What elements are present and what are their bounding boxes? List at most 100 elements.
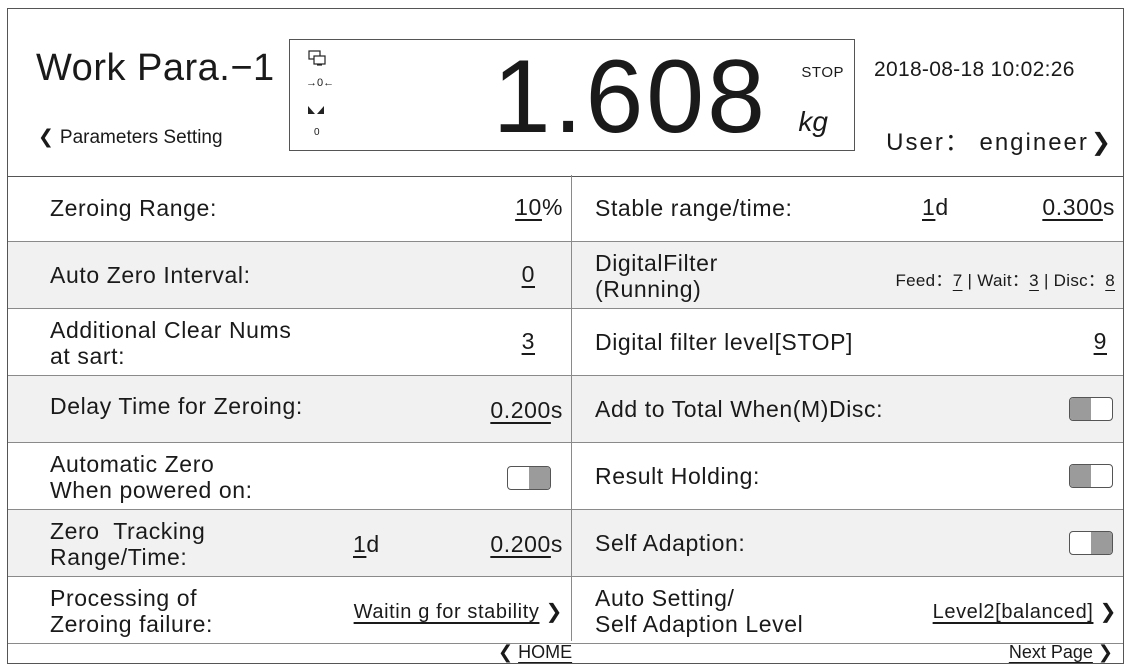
work-params-screen: Work Para.−1 ❮ Parameters Setting →0← 0 1… xyxy=(7,8,1124,664)
filter-level-cell: Digital filter level[STOP] 9 xyxy=(572,309,1125,375)
result-holding-label: Result Holding: xyxy=(595,463,760,489)
zero-tracking-range-suffix: d xyxy=(366,531,380,557)
feed-value: 7 xyxy=(952,271,963,290)
table-row: Zero Tracking Range/Time: 1d 0.200s Self … xyxy=(8,510,1123,577)
zeroing-range-value[interactable]: 10% xyxy=(515,194,563,221)
table-row: Delay Time for Zeroing: 0.200s Add to To… xyxy=(8,376,1123,443)
next-page-link[interactable]: Next Page ❯ xyxy=(1009,642,1113,663)
auto-setting-value[interactable]: Level2[balanced] ❯ xyxy=(933,599,1117,624)
back-to-parameters-link[interactable]: ❮ Parameters Setting xyxy=(38,126,223,149)
digital-filter-label-line2: (Running) xyxy=(595,276,702,302)
auto-setting-label-line1: Auto Setting/ xyxy=(595,585,735,611)
zeroing-range-cell: Zeroing Range: 10% xyxy=(8,175,571,241)
stable-range-number: 1 xyxy=(922,194,936,220)
toggle-knob xyxy=(1070,398,1091,420)
home-link[interactable]: ❮ HOME xyxy=(498,642,572,663)
back-link-label: Parameters Setting xyxy=(59,127,223,148)
add-to-total-label: Add to Total When(M)Disc: xyxy=(595,396,884,422)
stable-range-label: Stable range/time: xyxy=(595,195,793,221)
stable-icon xyxy=(308,106,324,114)
zero-tracking-label: Zero Tracking Range/Time: xyxy=(50,518,205,570)
table-row: Processing of Zeroing failure: Waitin g f… xyxy=(8,577,1123,644)
digital-filter-cell: DigitalFilter (Running) Feed：7 | Wait：3 |… xyxy=(572,242,1125,308)
stable-time-value[interactable]: 0.300s xyxy=(1042,194,1115,221)
status-icons: →0← 0 xyxy=(306,48,346,144)
chevron-left-icon: ❮ xyxy=(498,642,514,662)
stable-time-suffix: s xyxy=(1102,194,1115,220)
datetime: 2018-08-18 10:02:26 xyxy=(874,58,1075,81)
monitor-icon xyxy=(308,50,326,66)
toggle-knob xyxy=(1091,532,1112,554)
chevron-right-icon: ❯ xyxy=(545,601,563,623)
filter-level-label: Digital filter level[STOP] xyxy=(595,329,854,355)
additional-clear-label: Additional Clear Nums at sart: xyxy=(50,317,291,369)
zero-tracking-cell: Zero Tracking Range/Time: 1d 0.200s xyxy=(8,510,571,576)
processing-failure-text: Waitin g for stability xyxy=(353,601,540,623)
user-label: User： engineer xyxy=(886,129,1089,156)
zeroing-range-suffix: % xyxy=(541,194,563,220)
parameter-grid: Zeroing Range: 10% Stable range/time: 1d… xyxy=(8,175,1123,644)
center-zero-icon: →0← xyxy=(306,77,335,89)
auto-setting-text: Level2[balanced] xyxy=(932,601,1094,623)
zeroing-range-number: 10 xyxy=(515,194,542,220)
result-holding-toggle[interactable] xyxy=(1069,464,1113,488)
self-adaption-toggle[interactable] xyxy=(1069,531,1113,555)
weight-value: 1.608 xyxy=(492,39,768,155)
auto-zero-interval-cell: Auto Zero Interval: 0 xyxy=(8,242,571,308)
filter-level-value[interactable]: 9 xyxy=(1094,328,1107,355)
auto-setting-cell: Auto Setting/Self Adaption Level Level2[… xyxy=(572,577,1125,643)
toggle-knob xyxy=(1070,465,1091,487)
self-adaption-cell: Self Adaption: xyxy=(572,510,1125,576)
zeroing-range-label: Zeroing Range: xyxy=(50,195,217,221)
zero-tracking-range-value[interactable]: 1d xyxy=(353,531,380,558)
chevron-left-icon: ❮ xyxy=(38,127,54,148)
table-row: Additional Clear Nums at sart: 3 Digital … xyxy=(8,309,1123,376)
stable-time-number: 0.300 xyxy=(1042,194,1103,220)
additional-clear-value[interactable]: 3 xyxy=(522,328,535,355)
table-row: Automatic Zero When powered on: Result Ho… xyxy=(8,443,1123,510)
digital-filter-label: DigitalFilter (Running) xyxy=(595,250,718,302)
processing-failure-label-line2: Zeroing failure: xyxy=(50,611,214,637)
auto-zero-interval-value[interactable]: 0 xyxy=(522,261,535,288)
wait-value: 3 xyxy=(1029,271,1039,290)
result-holding-cell: Result Holding: xyxy=(572,443,1125,509)
chevron-right-icon: ❯ xyxy=(1097,642,1113,662)
processing-failure-value[interactable]: Waitin g for stability ❯ xyxy=(354,599,563,624)
add-to-total-toggle[interactable] xyxy=(1069,397,1113,421)
digital-filter-label-line1: DigitalFilter xyxy=(595,250,718,276)
processing-failure-cell: Processing of Zeroing failure: Waitin g f… xyxy=(8,577,571,643)
chevron-right-icon: ❯ xyxy=(1099,601,1117,623)
auto-zero-power-label: Automatic Zero When powered on: xyxy=(50,451,253,503)
auto-zero-power-toggle[interactable] xyxy=(507,466,551,490)
weight-unit: kg xyxy=(798,106,828,137)
stable-range-value[interactable]: 1d xyxy=(922,194,949,221)
weight-display: →0← 0 1.608 STOP kg xyxy=(289,39,855,155)
chevron-right-icon: ❯ xyxy=(1090,129,1113,156)
zero-tracking-label-line1: Zero Tracking xyxy=(50,518,206,544)
auto-setting-label: Auto Setting/Self Adaption Level xyxy=(595,585,803,637)
header: Work Para.−1 ❮ Parameters Setting →0← 0 1… xyxy=(8,9,1123,177)
processing-failure-label: Processing of Zeroing failure: xyxy=(50,585,213,637)
home-label: HOME xyxy=(518,642,573,662)
wait-label: | Wait： xyxy=(967,271,1030,290)
disc-value: 8 xyxy=(1105,271,1115,290)
stable-range-cell: Stable range/time: 1d 0.300s xyxy=(572,175,1125,241)
auto-setting-label-line2: Self Adaption Level xyxy=(595,611,804,637)
zero-tracking-time-number: 0.200 xyxy=(490,531,551,557)
column-divider xyxy=(571,175,572,641)
delay-time-number: 0.200 xyxy=(490,397,551,423)
footer: ❮ HOME Next Page ❯ xyxy=(8,641,1123,663)
user-menu[interactable]: User： engineer❯ xyxy=(886,122,1113,157)
self-adaption-label: Self Adaption: xyxy=(595,530,746,556)
delay-time-label: Delay Time for Zeroing: xyxy=(50,393,303,419)
auto-zero-interval-label: Auto Zero Interval: xyxy=(50,262,251,288)
zero-tracking-time-value[interactable]: 0.200s xyxy=(490,531,563,558)
add-to-total-cell: Add to Total When(M)Disc: xyxy=(572,376,1125,442)
digital-filter-values[interactable]: Feed：7 | Wait：3 | Disc：8 xyxy=(895,266,1115,291)
count-indicator: 0 xyxy=(314,127,320,138)
status-badge: STOP xyxy=(801,64,844,81)
additional-clear-cell: Additional Clear Nums at sart: 3 xyxy=(8,309,571,375)
processing-failure-label-line1: Processing of xyxy=(50,585,198,611)
delay-time-value[interactable]: 0.200s xyxy=(490,397,563,424)
auto-zero-power-label-line2: When powered on: xyxy=(50,477,253,503)
